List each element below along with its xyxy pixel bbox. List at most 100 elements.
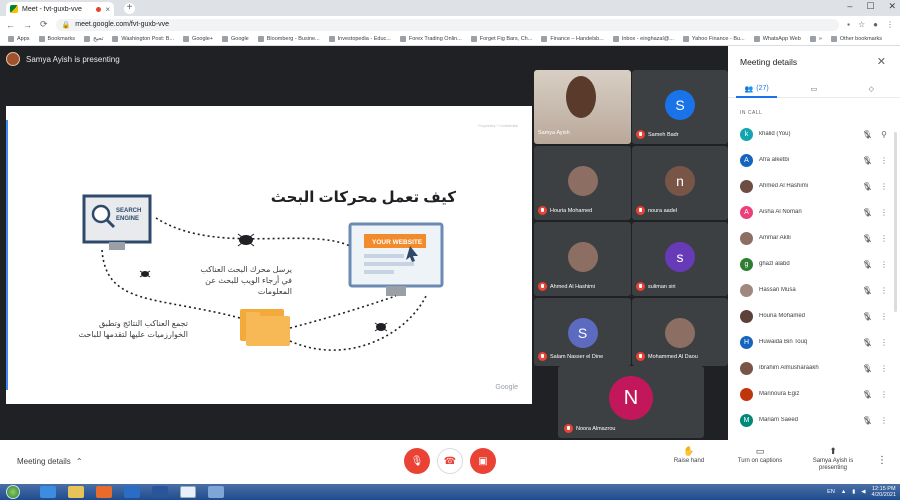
- panel-scrollbar[interactable]: [894, 132, 897, 312]
- pin-icon[interactable]: ⚲: [880, 130, 888, 139]
- browser-tab[interactable]: Meet - fvt-guxb-vve ×: [6, 2, 114, 16]
- word-icon[interactable]: [152, 486, 168, 498]
- more-options-icon[interactable]: ⋮: [880, 312, 888, 321]
- participant-row[interactable]: Ibrahim Almusharaakh 🎙 ⋮: [728, 355, 900, 381]
- bookmark-item[interactable]: Washington Post: B...: [112, 36, 174, 42]
- participant-tile[interactable]: Ahmed Al Hashimi: [534, 222, 631, 296]
- start-button[interactable]: [6, 485, 20, 499]
- forward-icon[interactable]: →: [23, 20, 32, 30]
- raise-hand-button[interactable]: ✋ Raise hand: [670, 447, 708, 465]
- microphone-toggle[interactable]: 🎙: [404, 448, 430, 474]
- participant-row[interactable]: A Aisha Al Noman 🎙 ⋮: [728, 199, 900, 225]
- meeting-details-button[interactable]: Meeting details ⌃: [17, 457, 83, 466]
- more-options-icon[interactable]: ⋮: [880, 416, 888, 425]
- participant-name: Hassan Musa: [759, 287, 796, 293]
- website-monitor-icon: YOUR WEBSITE: [348, 222, 444, 296]
- bookmark-item[interactable]: Apps: [8, 36, 30, 42]
- firefox-icon[interactable]: [96, 486, 112, 498]
- camera-toggle[interactable]: ▣: [470, 448, 496, 474]
- participant-row[interactable]: A Afra alketbi 🎙 ⋮: [728, 147, 900, 173]
- close-panel-icon[interactable]: ✕: [877, 55, 886, 68]
- tab-chat[interactable]: ▭: [785, 80, 842, 97]
- participant-tile[interactable]: s suliman siri: [632, 222, 728, 296]
- presenting-button[interactable]: ⬆ Samya Ayish is presenting: [808, 447, 858, 472]
- more-options-icon[interactable]: ⋮: [880, 364, 888, 373]
- bookmark-label: Google: [231, 36, 249, 42]
- ie-icon[interactable]: [40, 486, 56, 498]
- more-options-icon[interactable]: ⋮: [880, 234, 888, 243]
- tray-arrow-icon[interactable]: ▲: [841, 489, 846, 495]
- maximize-icon[interactable]: ☐: [866, 1, 874, 12]
- volume-icon[interactable]: ◀: [861, 489, 865, 495]
- paint-icon[interactable]: [208, 486, 224, 498]
- star-icon[interactable]: ☆: [858, 20, 865, 29]
- new-tab-button[interactable]: +: [124, 3, 135, 14]
- clock[interactable]: 12:15 PM 4/20/2021: [872, 486, 896, 498]
- close-tab-icon[interactable]: ×: [105, 5, 110, 14]
- participant-tile[interactable]: S Salam Nasser el Dine: [534, 298, 631, 366]
- bookmark-label: Inbox - einghazal@...: [621, 36, 674, 42]
- tab-people[interactable]: 👥 (27): [728, 80, 785, 98]
- explorer-icon[interactable]: [68, 486, 84, 498]
- bookmark-item[interactable]: Other bookmarks: [830, 36, 882, 42]
- reload-icon[interactable]: ⟳: [40, 19, 48, 30]
- menu-icon[interactable]: ⋮: [886, 20, 894, 29]
- participant-tile[interactable]: Mohammed Al Daou: [632, 298, 728, 366]
- participant-row[interactable]: Ammar Aklli 🎙 ⋮: [728, 225, 900, 251]
- back-icon[interactable]: ←: [6, 20, 15, 30]
- participant-row[interactable]: M Mariam Saeed 🎙 ⋮: [728, 407, 900, 433]
- chrome-icon[interactable]: [180, 486, 196, 498]
- bookmark-icon: [183, 36, 190, 42]
- bookmark-item[interactable]: تحيح: [84, 36, 103, 42]
- profile-icon[interactable]: ●: [873, 20, 878, 29]
- participant-list: k khalid (You) 🎙 ⚲ A Afra alketbi 🎙 ⋮ Ahmed Al H…: [728, 121, 900, 433]
- bookmark-item[interactable]: Google: [222, 36, 249, 42]
- bookmark-item[interactable]: Finance – Handelsb...: [541, 36, 604, 42]
- crawler-description: يرسل محرك البحث العناكب في أرجاء الويب ل…: [200, 265, 292, 296]
- participant-row[interactable]: k khalid (You) 🎙 ⚲: [728, 121, 900, 147]
- minimize-icon[interactable]: –: [847, 1, 852, 12]
- participant-row[interactable]: Houria Mohamed 🎙 ⋮: [728, 303, 900, 329]
- bookmark-item[interactable]: Yahoo Finance - Bu...: [682, 36, 745, 42]
- bookmark-item[interactable]: »: [809, 36, 822, 42]
- more-options-icon[interactable]: ⋮: [880, 286, 888, 295]
- participant-row[interactable]: g ghazl alabd 🎙 ⋮: [728, 251, 900, 277]
- captions-button[interactable]: ▭ Turn on captions: [732, 447, 788, 465]
- bookmark-item[interactable]: Forget Fig Bars, Ch...: [470, 36, 532, 42]
- chevron-up-icon: ⌃: [75, 457, 83, 466]
- participant-tile[interactable]: Samya Ayish: [534, 70, 631, 144]
- participant-tile[interactable]: Houria Mohamed: [534, 146, 631, 220]
- more-options-icon[interactable]: ⋮: [877, 455, 887, 466]
- language-indicator[interactable]: EN: [827, 489, 835, 495]
- bookmark-item[interactable]: Inbox - einghazal@...: [612, 36, 674, 42]
- camera-icon[interactable]: ▪: [847, 20, 850, 29]
- bookmark-item[interactable]: WhatsApp Web: [753, 36, 801, 42]
- more-options-icon[interactable]: ⋮: [880, 260, 888, 269]
- tab-activities[interactable]: ◇: [843, 80, 900, 97]
- in-call-section-label: IN CALL: [740, 110, 763, 116]
- bookmark-item[interactable]: Bookmarks: [38, 36, 75, 42]
- more-options-icon[interactable]: ⋮: [880, 208, 888, 217]
- more-options-icon[interactable]: ⋮: [880, 156, 888, 165]
- participant-avatar: S: [665, 90, 695, 120]
- network-icon[interactable]: ▮: [852, 489, 855, 495]
- participant-tile[interactable]: S Sameh Badr: [632, 70, 728, 144]
- bookmark-item[interactable]: Investopedia - Educ...: [328, 36, 391, 42]
- participant-row[interactable]: Mannoura Egiz 🎙 ⋮: [728, 381, 900, 407]
- more-options-icon[interactable]: ⋮: [880, 338, 888, 347]
- more-options-icon[interactable]: ⋮: [880, 390, 888, 399]
- bookmark-item[interactable]: Google+: [183, 36, 213, 42]
- mic-muted-icon: 🎙: [861, 389, 873, 399]
- more-options-icon[interactable]: ⋮: [880, 182, 888, 191]
- participant-row[interactable]: Ahmed Al Hashimi 🎙 ⋮: [728, 173, 900, 199]
- participant-row[interactable]: Hassan Musa 🎙 ⋮: [728, 277, 900, 303]
- url-field[interactable]: 🔒 meet.google.com/fvt-guxb-vve: [55, 18, 840, 31]
- leave-call-button[interactable]: ☎: [437, 448, 463, 474]
- bookmark-item[interactable]: Bloomberg - Busine...: [257, 36, 320, 42]
- outlook-icon[interactable]: [124, 486, 140, 498]
- bookmark-item[interactable]: Forex Trading Onlin...: [399, 36, 462, 42]
- participant-tile[interactable]: n noura aadel: [632, 146, 728, 220]
- participant-tile[interactable]: N Noora Almazrou: [558, 366, 704, 438]
- participant-row[interactable]: H Huwaida Bin Touq 🎙 ⋮: [728, 329, 900, 355]
- close-window-icon[interactable]: ✕: [888, 1, 896, 12]
